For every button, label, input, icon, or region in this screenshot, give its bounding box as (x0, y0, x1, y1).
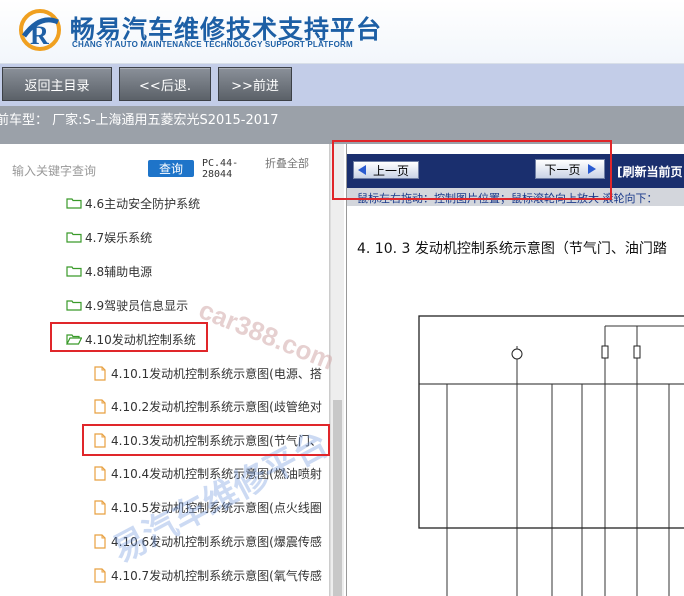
wiring-diagram[interactable]: 4. 10. 3 发动机控制系统示意图（节气门、油门踏 (347, 206, 684, 596)
tree-folder-4-8[interactable]: 4.8辅助电源 (66, 260, 152, 282)
arrow-left-icon (358, 165, 366, 175)
document-icon (94, 365, 106, 381)
folder-open-icon (66, 334, 82, 345)
viewer-toolbar: 上一页 下一页 [刷新当前页 (347, 154, 684, 188)
document-icon (94, 432, 106, 448)
tree-folder-label: 4.9驾驶员信息显示 (85, 298, 189, 313)
document-icon (94, 398, 106, 414)
folder-icon (66, 266, 82, 277)
search-input[interactable]: 输入关键字查询 (12, 162, 96, 179)
tree-folder-4-7[interactable]: 4.7娱乐系统 (66, 226, 152, 248)
car-info-text: 前车型： 厂家:S-上海通用五菱宏光S2015-2017 (0, 113, 279, 128)
catalog-scrollbar[interactable] (330, 144, 344, 596)
forward-button[interactable]: >>前进 (218, 67, 292, 101)
search-button[interactable]: 查询 (148, 160, 194, 177)
next-page-label: 下一页 (544, 162, 581, 177)
tree-folder-label: 4.7娱乐系统 (85, 230, 153, 245)
tree-folder-label: 4.8辅助电源 (85, 264, 153, 279)
viewer-hint: 鼠标左右拖动：控制图片位置；鼠标滚轮向上放大 滚轮向下： (347, 188, 684, 206)
tree-doc-label: 4.10.1发动机控制系统示意图(电源、搭 (111, 366, 322, 381)
document-viewer: 上一页 下一页 [刷新当前页 鼠标左右拖动：控制图片位置；鼠标滚轮向上放大 滚轮… (346, 144, 684, 596)
nav-bar: 返回主目录 <<后退. >>前进 (0, 64, 684, 106)
page-code: PC.44-28044 (202, 158, 239, 180)
collapse-all-button[interactable]: 折叠全部 (265, 158, 315, 170)
svg-text:R: R (30, 21, 49, 50)
document-icon (94, 499, 106, 515)
tree-doc-4-10-1[interactable]: 4.10.1发动机控制系统示意图(电源、搭 (94, 362, 322, 384)
scrollbar-thumb[interactable] (333, 400, 342, 596)
car-info-bar: 前车型： 厂家:S-上海通用五菱宏光S2015-2017 (0, 106, 684, 144)
prev-page-label: 上一页 (373, 163, 410, 178)
prev-page-button[interactable]: 上一页 (353, 161, 419, 179)
document-icon (94, 533, 106, 549)
app-header: R 畅易汽车维修技术支持平台 CHANG YI AUTO MAINTENANCE… (0, 0, 684, 64)
tree-folder-4-9[interactable]: 4.9驾驶员信息显示 (66, 294, 188, 316)
tree-folder-label: 4.10发动机控制系统 (85, 332, 196, 347)
folder-icon (66, 232, 82, 243)
tree-folder-4-10[interactable]: 4.10发动机控制系统 (66, 328, 196, 350)
logo-icon: R (19, 9, 61, 51)
tree-doc-label: 4.10.7发动机控制系统示意图(氧气传感 (111, 568, 322, 583)
tree-folder-label: 4.6主动安全防护系统 (85, 196, 201, 211)
tree-doc-4-10-2[interactable]: 4.10.2发动机控制系统示意图(歧管绝对 (94, 395, 322, 417)
refresh-page-link[interactable]: [刷新当前页 (617, 163, 683, 180)
wiring-diagram-drawing (418, 315, 684, 596)
back-button[interactable]: <<后退. (119, 67, 211, 101)
app-subtitle: CHANG YI AUTO MAINTENANCE TECHNOLOGY SUP… (72, 40, 353, 49)
document-icon (94, 567, 106, 583)
arrow-right-icon (587, 164, 596, 174)
folder-icon (66, 300, 82, 311)
tree-doc-label: 4.10.2发动机控制系统示意图(歧管绝对 (111, 399, 322, 414)
document-icon (94, 465, 106, 481)
tree-folder-4-6[interactable]: 4.6主动安全防护系统 (66, 192, 200, 214)
next-page-button[interactable]: 下一页 (535, 159, 605, 179)
folder-icon (66, 198, 82, 209)
home-button[interactable]: 返回主目录 (2, 67, 112, 101)
